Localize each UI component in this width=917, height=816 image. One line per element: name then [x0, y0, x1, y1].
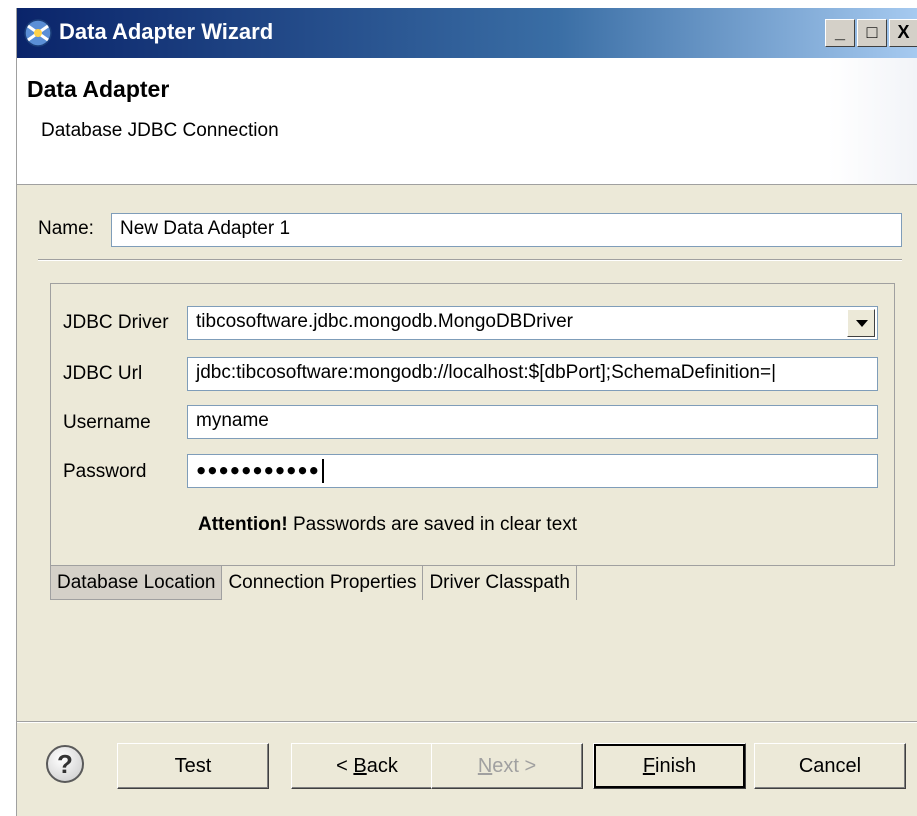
finish-rest: inish [655, 755, 697, 777]
back-mnemonic: B [353, 755, 367, 777]
finish-button[interactable]: Finish [593, 743, 746, 789]
jdbc-driver-label: JDBC Driver [63, 312, 169, 333]
separator [38, 259, 902, 261]
jdbc-driver-combo[interactable]: tibcosoftware.jdbc.mongodb.MongoDBDriver [187, 306, 878, 340]
password-warning: Attention! Passwords are saved in clear … [198, 514, 577, 536]
header-banner [828, 58, 917, 184]
back-rest: ack [366, 755, 398, 777]
password-input[interactable]: ●●●●●●●●●●● [187, 454, 878, 488]
button-bar-separator [17, 721, 917, 723]
window-title: Data Adapter Wizard [59, 19, 274, 44]
page-description: Database JDBC Connection [41, 120, 279, 141]
wizard-window: Data Adapter Wizard _ □ X Data Adapter D… [16, 8, 917, 816]
attention-label: Attention! [198, 514, 288, 535]
name-label: Name: [38, 218, 94, 239]
test-button[interactable]: Test [117, 743, 269, 789]
tab-connection-properties[interactable]: Connection Properties [222, 566, 424, 600]
username-label: Username [63, 412, 151, 433]
tab-strip: Database Location Connection Properties … [50, 566, 577, 600]
jdbc-driver-value: tibcosoftware.jdbc.mongodb.MongoDBDriver [196, 311, 574, 332]
database-location-panel: JDBC Driver tibcosoftware.jdbc.mongodb.M… [50, 283, 895, 566]
next-button[interactable]: Next > [431, 743, 583, 789]
close-button[interactable]: X [889, 19, 917, 47]
attention-text: Passwords are saved in clear text [287, 514, 578, 535]
wizard-header: Data Adapter Database JDBC Connection [17, 58, 917, 185]
help-icon[interactable]: ? [46, 745, 84, 783]
maximize-button[interactable]: □ [857, 19, 887, 47]
next-rest: ext > [492, 755, 537, 777]
cancel-button[interactable]: Cancel [754, 743, 906, 789]
password-label: Password [63, 461, 147, 482]
back-prefix: < [336, 755, 354, 777]
jdbc-url-label: JDBC Url [63, 363, 143, 384]
name-input[interactable]: New Data Adapter 1 [111, 213, 902, 247]
password-value: ●●●●●●●●●●● [196, 460, 320, 480]
minimize-button[interactable]: _ [825, 19, 855, 47]
jdbc-url-input[interactable]: jdbc:tibcosoftware:mongodb://localhost:$… [187, 357, 878, 391]
text-caret [321, 459, 324, 483]
next-mnemonic: N [477, 755, 493, 777]
page-title: Data Adapter [27, 76, 170, 102]
chevron-down-icon[interactable] [847, 309, 875, 337]
data-adapter-icon [24, 19, 52, 47]
tab-driver-classpath[interactable]: Driver Classpath [423, 566, 577, 600]
tab-database-location[interactable]: Database Location [50, 566, 223, 600]
finish-mnemonic: F [642, 755, 656, 777]
title-bar[interactable]: Data Adapter Wizard _ □ X [17, 8, 917, 58]
username-input[interactable]: myname [187, 405, 878, 439]
back-button[interactable]: < Back [291, 743, 443, 789]
